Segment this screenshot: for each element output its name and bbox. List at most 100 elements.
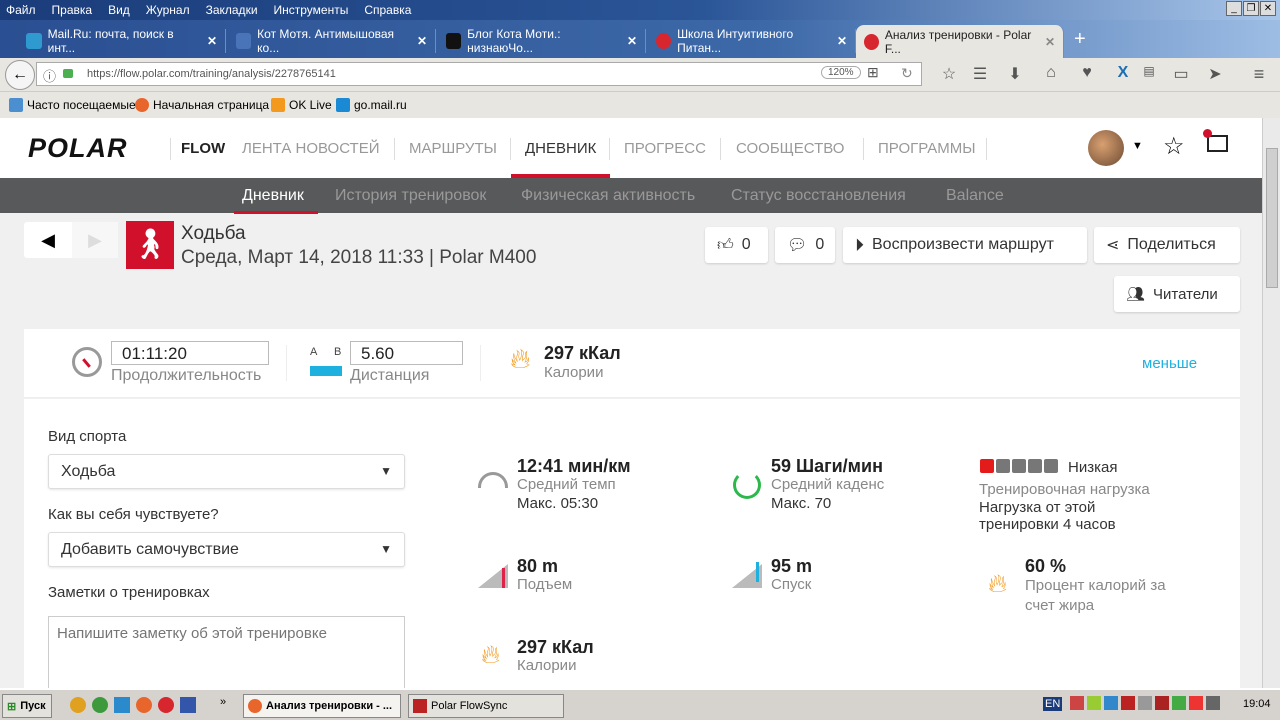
menu-history[interactable]: Журнал xyxy=(146,3,190,17)
sport-type-select[interactable]: Ходьба ▼ xyxy=(48,454,405,489)
duration-label: Продолжительность xyxy=(111,367,262,384)
download-icon[interactable]: ⬇ xyxy=(1004,64,1026,84)
messages-icon[interactable] xyxy=(1203,129,1228,152)
notes-textarea[interactable] xyxy=(48,616,405,688)
bookmark-most-visited[interactable]: Часто посещаемые xyxy=(9,98,136,112)
app-icon[interactable] xyxy=(114,697,130,713)
task-firefox[interactable]: Анализ тренировки - ... xyxy=(243,694,401,718)
bookmarks-list-icon[interactable]: ☰ xyxy=(969,64,991,84)
opera-icon[interactable] xyxy=(158,697,174,713)
tray-icon[interactable] xyxy=(1172,696,1186,710)
flame-icon: 🔥︎ xyxy=(481,639,501,669)
summary-bar: 01:11:20 Продолжительность A B 5.60 Дист… xyxy=(24,329,1240,398)
avatar[interactable] xyxy=(1088,130,1124,166)
reader-view-icon[interactable]: ⊞ xyxy=(867,64,879,81)
nav-diary[interactable]: ДНЕВНИК xyxy=(510,140,611,178)
send-icon[interactable]: ➤ xyxy=(1204,64,1226,84)
tray-icon[interactable] xyxy=(1189,696,1203,710)
tray-icon[interactable] xyxy=(1070,696,1084,710)
menu-tools[interactable]: Инструменты xyxy=(274,3,349,17)
bookmark-go-mail[interactable]: go.mail.ru xyxy=(336,98,407,112)
tray-icon[interactable] xyxy=(1138,696,1152,710)
replay-route-button[interactable]: ⏵ Воспроизвести маршрут xyxy=(843,227,1087,263)
page-scrollbar[interactable] xyxy=(1262,118,1280,688)
monitor-icon[interactable]: ▭ xyxy=(1170,64,1192,84)
app-icon[interactable] xyxy=(70,697,86,713)
cadence-label: Средний каденс xyxy=(771,476,885,493)
nav-feed[interactable]: ЛЕНТА НОВОСТЕЙ xyxy=(242,140,379,157)
polar-logo[interactable]: POLAR xyxy=(28,133,128,164)
tab-polar-active[interactable]: Анализ тренировки - Polar F... ✕ xyxy=(856,25,1064,58)
new-tab-button[interactable]: + xyxy=(1074,28,1086,51)
tray-icon[interactable] xyxy=(1121,696,1135,710)
close-tab-icon[interactable]: ✕ xyxy=(627,34,637,48)
close-tab-icon[interactable]: ✕ xyxy=(207,34,217,48)
info-icon[interactable]: ⓘ xyxy=(43,66,56,85)
bookmark-star-icon[interactable]: ☆ xyxy=(938,64,960,84)
clock[interactable]: 19:04 xyxy=(1243,698,1271,710)
subnav-recovery[interactable]: Статус восстановления xyxy=(731,187,906,205)
chevron-down-icon[interactable]: ▼ xyxy=(1132,140,1143,152)
menu-view[interactable]: Вид xyxy=(108,3,130,17)
language-indicator[interactable]: EN xyxy=(1043,697,1063,711)
minimize-button[interactable]: _ xyxy=(1226,1,1242,16)
previous-training-button[interactable]: ◀ xyxy=(24,222,72,258)
feeling-select[interactable]: Добавить самочувствие ▼ xyxy=(48,532,405,567)
back-button[interactable]: ← xyxy=(5,60,35,90)
tray-icon[interactable] xyxy=(1104,696,1118,710)
tray-icon[interactable] xyxy=(1087,696,1101,710)
readers-button[interactable]: 👥︎ Читатели xyxy=(1114,276,1240,312)
comments-button[interactable]: 💬︎ 0 xyxy=(775,227,835,263)
sub-navigation: Дневник История тренировок Физическая ак… xyxy=(0,178,1262,214)
more-chevron-icon[interactable]: » xyxy=(220,696,226,708)
subnav-diary[interactable]: Дневник xyxy=(234,187,318,214)
subnav-balance[interactable]: Balance xyxy=(946,187,1004,205)
tray-icon[interactable] xyxy=(1155,696,1169,710)
duration-field[interactable]: 01:11:20 xyxy=(111,341,269,365)
nav-programs[interactable]: ПРОГРАММЫ xyxy=(878,140,976,157)
hamburger-menu-icon[interactable]: ≡ xyxy=(1248,64,1270,85)
nav-community[interactable]: СООБЩЕСТВО xyxy=(736,140,844,157)
thumbs-up-icon: 👍︎ xyxy=(717,236,734,254)
subnav-history[interactable]: История тренировок xyxy=(335,187,486,205)
tray-icon[interactable] xyxy=(1206,696,1220,710)
less-link[interactable]: меньше xyxy=(1142,355,1197,372)
menu-help[interactable]: Справка xyxy=(364,3,411,17)
menu-file[interactable]: Файл xyxy=(6,3,36,17)
load-level: Низкая xyxy=(1068,459,1118,476)
menu-bookmarks[interactable]: Закладки xyxy=(206,3,258,17)
chrome-icon[interactable] xyxy=(92,697,108,713)
share-button[interactable]: ⋖ Поделиться xyxy=(1094,227,1240,263)
x-extension-icon[interactable]: X xyxy=(1112,64,1134,82)
favorites-star-icon[interactable]: ☆ xyxy=(1163,132,1185,161)
home-icon[interactable]: ⌂ xyxy=(1040,64,1062,82)
close-tab-icon[interactable]: ✕ xyxy=(417,34,427,48)
flag-icon[interactable]: ▤ xyxy=(1138,64,1160,78)
start-button[interactable]: ⊞ Пуск xyxy=(2,694,52,718)
tab-school[interactable]: Школа Интуитивного Питан... ✕ xyxy=(648,27,856,55)
nav-routes[interactable]: МАРШРУТЫ xyxy=(409,140,497,157)
like-button[interactable]: 👍︎ 0 xyxy=(705,227,768,263)
zoom-indicator[interactable]: 120% xyxy=(821,66,861,79)
next-training-button[interactable]: ▶ xyxy=(72,222,118,258)
reload-icon[interactable]: ↻ xyxy=(901,65,913,82)
close-tab-icon[interactable]: ✕ xyxy=(837,34,847,48)
tab-kot-motya[interactable]: Кот Мотя. Антимышовая ко... ✕ xyxy=(228,27,436,55)
save-icon[interactable] xyxy=(180,697,196,713)
menu-edit[interactable]: Правка xyxy=(52,3,93,17)
url-bar[interactable]: ⓘ https://flow.polar.com/training/analys… xyxy=(36,62,922,86)
distance-field[interactable]: 5.60 xyxy=(350,341,463,365)
tab-blog[interactable]: Блог Кота Моти.: низнаюЧо... ✕ xyxy=(438,27,646,55)
restore-button[interactable]: ❐ xyxy=(1243,1,1259,16)
subnav-activity[interactable]: Физическая активность xyxy=(521,187,695,205)
task-flowsync[interactable]: Polar FlowSync xyxy=(408,694,564,718)
nav-progress[interactable]: ПРОГРЕСС xyxy=(624,140,706,157)
close-window-button[interactable]: ✕ xyxy=(1260,1,1276,16)
load-bar xyxy=(1012,459,1026,473)
tab-mailru[interactable]: Mail.Ru: почта, поиск в инт... ✕ xyxy=(18,27,226,55)
firefox-icon[interactable] xyxy=(136,697,152,713)
bookmark-start-page[interactable]: Начальная страница xyxy=(135,98,269,112)
bookmark-ok-live[interactable]: OK Live xyxy=(271,98,332,112)
close-tab-icon[interactable]: ✕ xyxy=(1045,35,1055,49)
pocket-icon[interactable]: ♥ xyxy=(1076,64,1098,82)
